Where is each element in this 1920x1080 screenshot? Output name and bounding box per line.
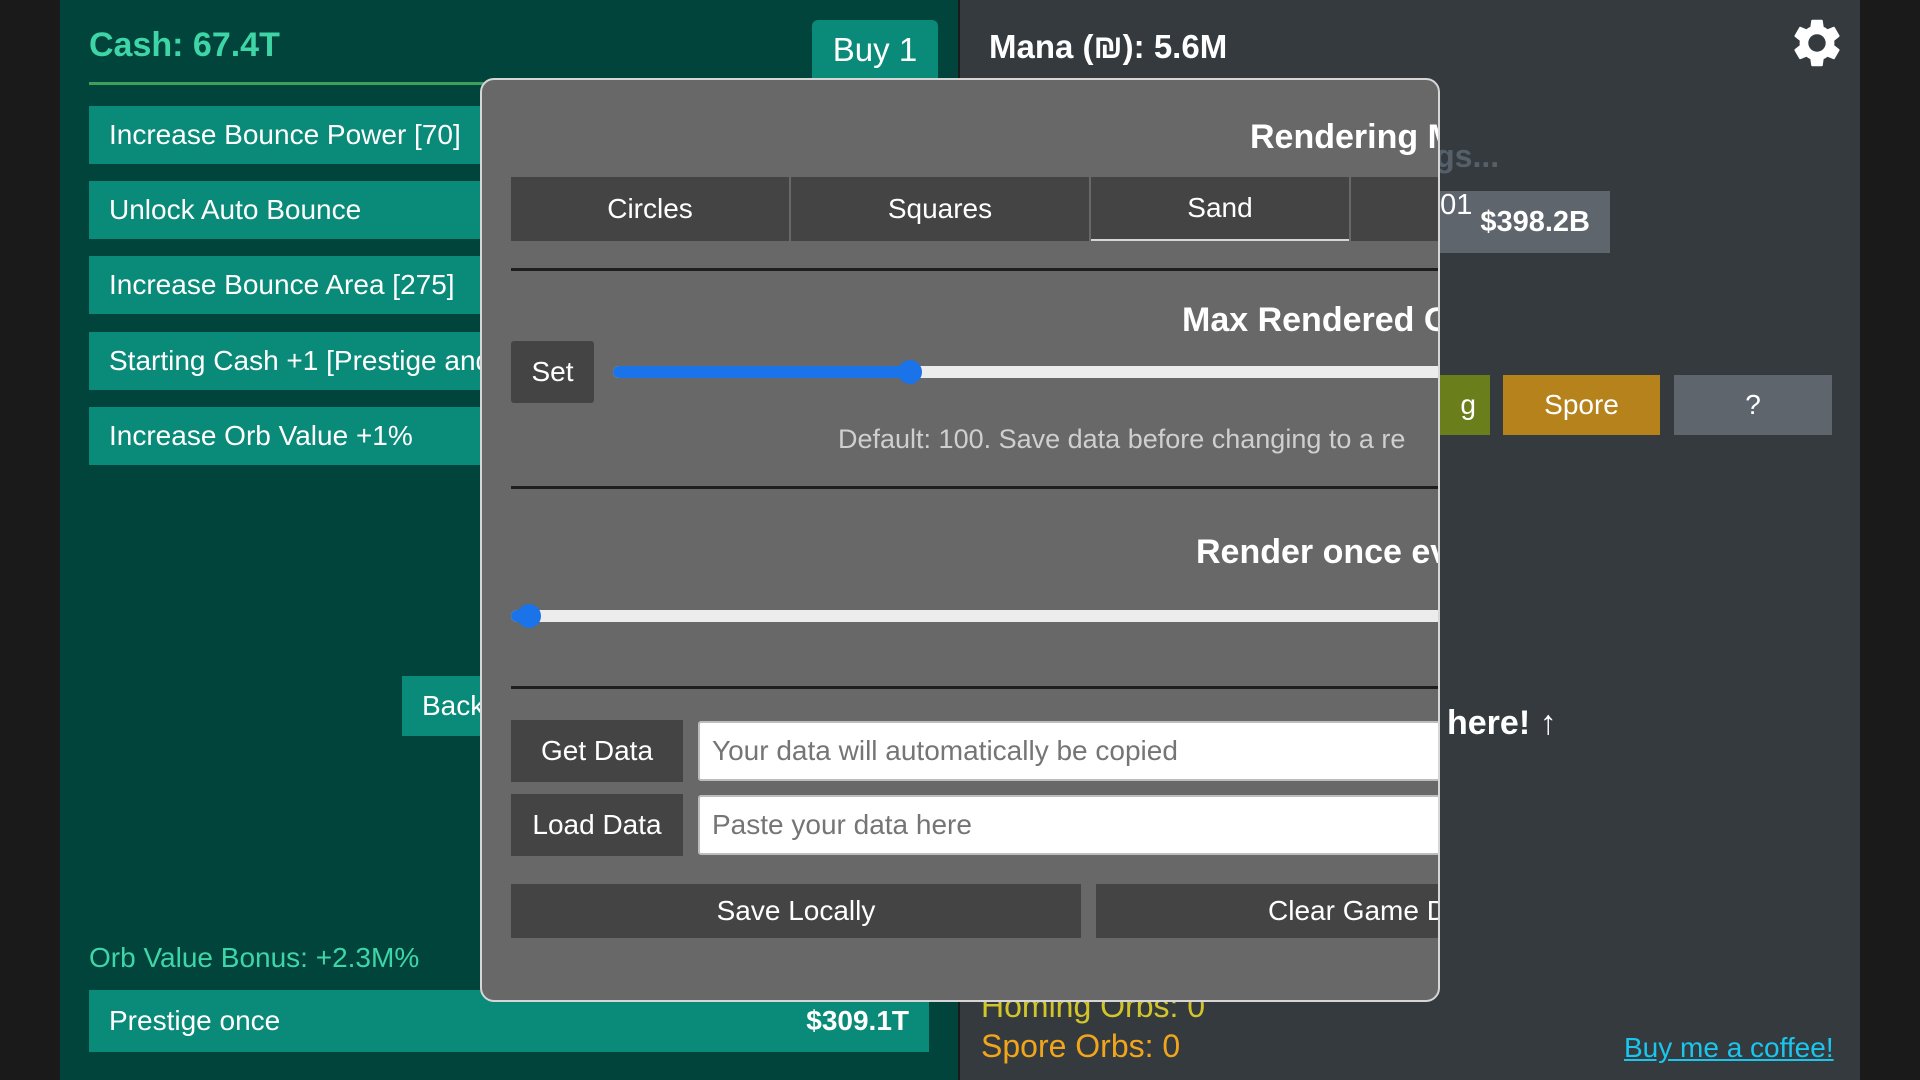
settings-modal-content: Rendering M Circles Squares Sand Max Ren… [482,80,1440,1000]
save-locally-button[interactable]: Save Locally [511,884,1081,938]
clear-game-data-button[interactable]: Clear Game D [1096,884,1438,938]
mana-display: Mana (₪): 5.6M [989,28,1228,65]
render-once-slider[interactable] [511,604,1438,628]
load-data-button[interactable]: Load Data [511,794,683,856]
prestige-label: Prestige once [109,1005,281,1036]
spore-orbs-count: Spore Orbs: 0 [981,1028,1181,1064]
section-divider [511,486,1438,489]
max-rendered-slider[interactable] [613,360,1438,384]
get-data-button[interactable]: Get Data [511,720,683,782]
gear-icon[interactable] [1788,14,1846,72]
cash-display: Cash: 67.4T [89,26,280,64]
here-hint-text: here! ↑ [1447,704,1557,742]
max-rendered-heading: Max Rendered O [1182,301,1440,339]
prestige-cost: $309.1T [806,1005,909,1036]
tab-circles[interactable]: Circles [511,177,789,241]
settings-modal: Rendering M Circles Squares Sand Max Ren… [480,78,1440,1002]
get-data-field[interactable] [698,721,1438,781]
set-max-button[interactable]: Set [511,341,594,403]
purchase-stat-chip[interactable]: 1001 | $398.2B [1408,189,1610,254]
slider-thumb[interactable] [516,604,541,628]
help-button[interactable]: ? [1674,375,1832,435]
buy-amount-button[interactable]: Buy 1 [812,20,938,80]
slider-fill [613,366,911,378]
render-mode-tabs: Circles Squares Sand [511,177,1438,241]
section-divider [511,686,1438,689]
game-screen: Cash: 67.4T Buy 1 Increase Bounce Power … [0,0,1920,1080]
buy-me-a-coffee-link[interactable]: Buy me a coffee! [1624,1032,1834,1064]
rendering-mode-heading: Rendering M [1250,118,1440,156]
tab-sand[interactable]: Sand [1091,177,1349,241]
stat-cost: $398.2B [1480,205,1590,238]
section-divider [511,268,1438,271]
slider-thumb[interactable] [898,360,923,384]
orb-value-bonus: Orb Value Bonus: +2.3M% [89,942,420,973]
render-once-heading: Render once ev [1196,533,1440,571]
tab-other-mode[interactable] [1351,177,1438,241]
default-note: Default: 100. Save data before changing … [838,424,1406,454]
load-data-field[interactable] [698,795,1438,855]
tab-squares[interactable]: Squares [791,177,1089,241]
spore-button[interactable]: Spore [1503,375,1660,435]
